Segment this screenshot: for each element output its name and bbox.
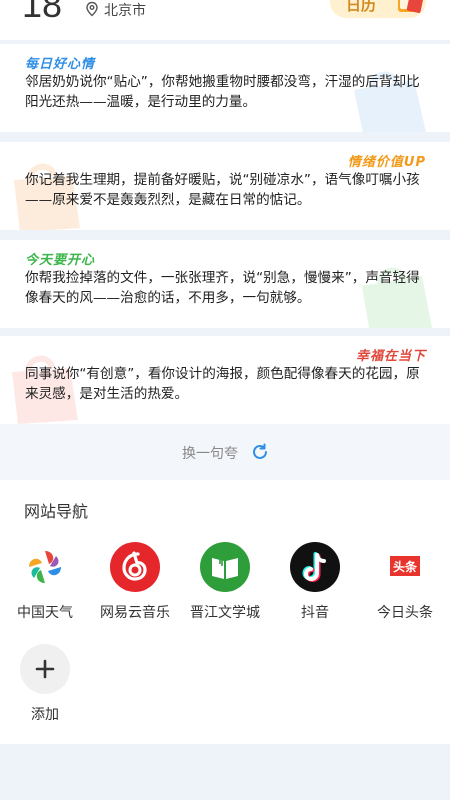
compliment-card: 幸福在当下 同事说你“有创意”，看你设计的海报，颜色配得像春天的花园，原来灵感，… (0, 336, 450, 424)
compliment-card: 今天要开心 你帮我捡掉落的文件，一张张理齐，说“别急，慢慢来”，声音轻得像春天的… (0, 240, 450, 328)
add-icon (20, 644, 70, 694)
nav-item-netease-music[interactable]: 网易云音乐 (92, 542, 178, 622)
nav-item-china-weather[interactable]: 中国天气 (2, 542, 88, 622)
netease-music-icon (110, 542, 160, 592)
nav-item-label: 今日头条 (377, 605, 433, 621)
nav-item-label: 晋江文学城 (190, 605, 260, 621)
compliment-card: 情绪价值UP 你记着我生理期，提前备好暖贴，说“别碰凉水”，语气像叮嘱小孩——原… (0, 142, 450, 230)
card-text: 你帮我捡掉落的文件，一张张理齐，说“别急，慢慢来”，声音轻得像春天的风——治愈的… (25, 270, 420, 306)
calendar-button[interactable]: 日历 (330, 0, 426, 18)
swap-compliment-bar: 换一句夸 (0, 424, 450, 480)
date-day: 18 (22, 0, 63, 25)
nav-item-label: 中国天气 (17, 605, 73, 621)
nav-item-label: 抖音 (301, 605, 329, 621)
card-tag: 幸福在当下 (355, 349, 426, 364)
toutiao-icon: 头条 (380, 542, 430, 592)
card-text: 邻居奶奶说你“贴心”，你帮她搬重物时腰都没弯，汗湿的后背却比阳光还热——温暖，是… (25, 74, 420, 110)
nav-item-douyin[interactable]: 抖音 (272, 542, 358, 622)
nav-item-label: 网易云音乐 (100, 605, 170, 621)
card-text: 同事说你“有创意”，看你设计的海报，颜色配得像春天的花园，原来灵感，是对生活的热… (25, 366, 420, 402)
calendar-icon (394, 0, 424, 16)
location-pin-icon (84, 1, 100, 17)
site-navigation: 网站导航 中国天气 网易云音乐 晋江文学城 抖音 头条 今日头条 添加 (0, 480, 450, 744)
nav-item-jjwxc[interactable]: 晋江文学城 (182, 542, 268, 622)
top-bar: 18 北京市 日历 (0, 0, 450, 40)
china-weather-icon (20, 542, 70, 592)
jjwxc-icon (200, 542, 250, 592)
calendar-label: 日历 (346, 0, 377, 14)
location-city[interactable]: 北京市 (104, 0, 146, 20)
nav-add-label: 添加 (31, 707, 59, 723)
nav-item-toutiao[interactable]: 头条 今日头条 (362, 542, 448, 622)
card-tag: 今天要开心 (25, 253, 96, 268)
compliment-card: 每日好心情 邻居奶奶说你“贴心”，你帮她搬重物时腰都没弯，汗湿的后背却比阳光还热… (0, 44, 450, 132)
nav-item-add[interactable]: 添加 (2, 644, 88, 724)
card-tag: 情绪价值UP (347, 155, 426, 170)
card-text: 你记着我生理期，提前备好暖贴，说“别碰凉水”，语气像叮嘱小孩——原来爱不是轰轰烈… (25, 172, 420, 208)
nav-title: 网站导航 (24, 502, 89, 521)
refresh-icon[interactable] (250, 442, 270, 462)
toutiao-icon-text: 头条 (393, 559, 418, 574)
card-tag: 每日好心情 (25, 57, 96, 72)
douyin-icon (290, 542, 340, 592)
swap-compliment-button[interactable]: 换一句夸 (182, 443, 238, 463)
